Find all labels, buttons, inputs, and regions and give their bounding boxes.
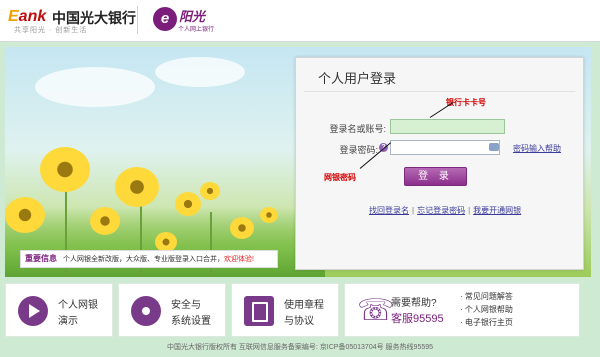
ebank-home-link[interactable]: 电子银行主页 (460, 316, 513, 329)
demo-label-2: 演示 (58, 316, 78, 327)
terms-label-1: 使用章程 (284, 300, 324, 311)
keyboard-icon[interactable] (489, 143, 499, 151)
security-settings-card[interactable]: 安全与 系统设置 (118, 283, 226, 337)
daisy-flower (175, 192, 201, 216)
password-input[interactable] (390, 140, 500, 155)
info-highlight: 欢迎体验! (224, 256, 254, 263)
daisy-flower (155, 232, 177, 252)
important-info-bar[interactable]: 重要信息 个人网银全新改版，大众版、专业版登录入口合并，欢迎体验! (20, 250, 278, 268)
cloud (155, 57, 245, 87)
password-help-link[interactable]: 密码输入帮助 (513, 143, 561, 154)
help-links: 常见问题解答 个人网银帮助 电子银行主页 (460, 290, 513, 329)
info-text: 个人网银全新改版，大众版、专业版登录入口合并， (63, 256, 224, 263)
login-button[interactable]: 登 录 (404, 167, 467, 186)
yangguang-subtitle: 个人网上银行 (178, 27, 215, 33)
username-input[interactable] (390, 119, 505, 134)
terms-label-2: 与协议 (284, 316, 314, 327)
terms-card[interactable]: 使用章程 与协议 (231, 283, 339, 337)
daisy-flower (200, 182, 220, 200)
username-label: 登录名或账号: (329, 124, 386, 134)
help-title: 需要帮助? (391, 298, 437, 309)
yangguang-title: 阳光 (179, 9, 206, 24)
faq-link[interactable]: 常见问题解答 (460, 290, 513, 303)
open-ebank-link[interactable]: 我要开通网银 (473, 206, 521, 215)
eank-logo[interactable]: Eank (8, 8, 46, 26)
find-username-link[interactable]: 找回登录名 (369, 206, 409, 215)
demo-label-1: 个人网银 (58, 300, 98, 311)
yangguang-logo-icon: e (153, 7, 177, 31)
daisy-flower (40, 147, 90, 192)
login-title: 个人用户登录 (318, 71, 397, 86)
demo-card[interactable]: 个人网银 演示 (5, 283, 113, 337)
ebank-help-link[interactable]: 个人网银帮助 (460, 303, 513, 316)
help-card: ☏ 需要帮助? 客服95595 常见问题解答 个人网银帮助 电子银行主页 (344, 283, 580, 337)
daisy-flower (230, 217, 254, 239)
divider (304, 91, 575, 92)
hotline: 客服95595 (391, 313, 444, 325)
phone-icon: ☏ (357, 294, 395, 327)
password-label: 登录密码: (339, 145, 378, 155)
login-panel: 个人用户登录 登录名或账号: 登录密码: ? 密码输入帮助 登 录 找回登录名|… (295, 57, 584, 270)
annotation-password: 网银密码 (324, 173, 356, 182)
book-icon (244, 296, 274, 326)
footer: 中国光大银行版权所有 互联网信息服务备案编号: 京ICP备05013704号 服… (166, 344, 434, 351)
daisy-flower (90, 207, 120, 235)
gear-icon (131, 296, 161, 326)
play-icon (18, 296, 48, 326)
cloud (35, 67, 155, 107)
info-label: 重要信息 (25, 254, 57, 263)
security-label-1: 安全与 (171, 300, 201, 311)
daisy-flower (260, 207, 278, 223)
bank-slogan: 共享阳光 · 创新生活 (14, 27, 88, 34)
daisy-flower (115, 167, 159, 207)
security-label-2: 系统设置 (171, 316, 211, 327)
forgot-password-link[interactable]: 忘记登录密码 (417, 206, 465, 215)
divider (137, 6, 138, 34)
login-links: 找回登录名 | 忘记登录密码 | 我要开通网银 (369, 206, 522, 215)
daisy-flower (5, 197, 45, 233)
header: Eank 中国光大银行 共享阳光 · 创新生活 e 阳光 个人网上银行 (0, 0, 600, 42)
